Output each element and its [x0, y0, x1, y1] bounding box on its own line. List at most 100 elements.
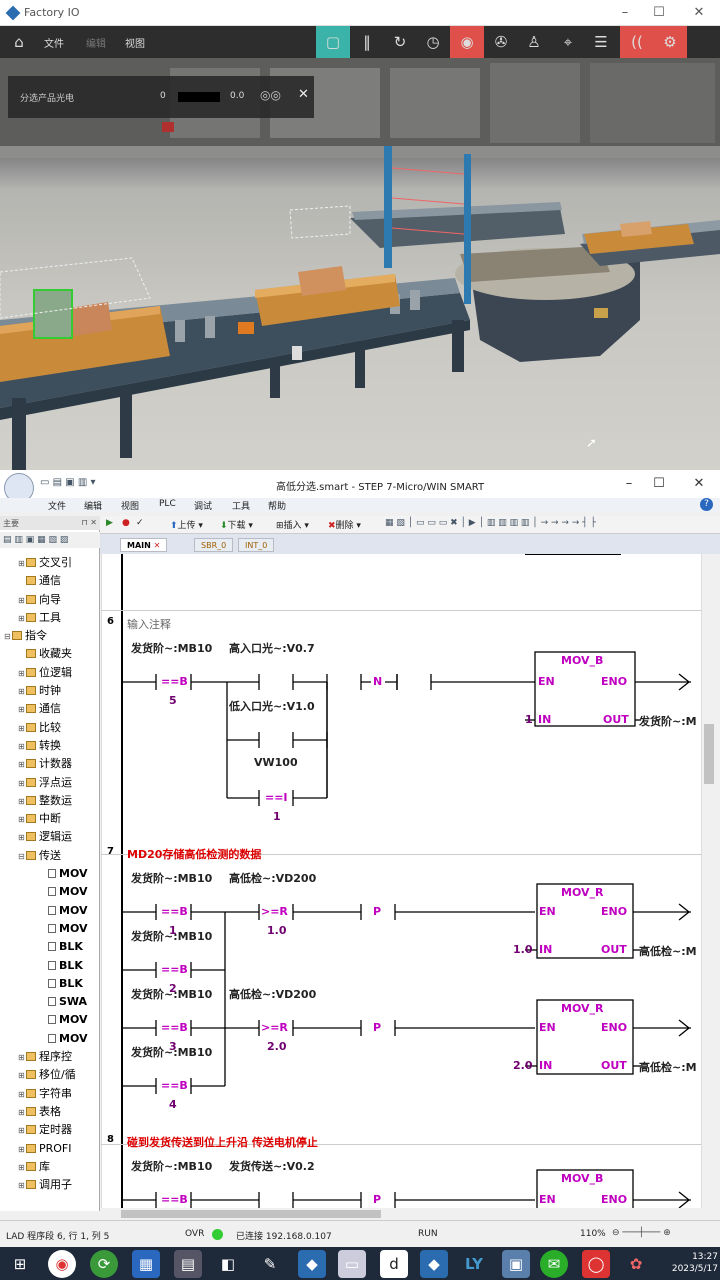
- s7-maximize-button[interactable]: ☐: [644, 476, 674, 494]
- maximize-button[interactable]: ☐: [644, 4, 674, 22]
- camera-orbit-icon[interactable]: ✇: [484, 26, 518, 58]
- n6-contact-1-value[interactable]: 5: [169, 694, 177, 707]
- signal-icon[interactable]: ((: [620, 26, 654, 58]
- tree-item[interactable]: MOV: [0, 902, 100, 920]
- panel-toolbar[interactable]: ▤ ▥ ▣ ▦ ▧ ▨: [0, 532, 100, 548]
- tree-expand-icon[interactable]: ⊞: [18, 1122, 26, 1139]
- person-icon[interactable]: ♙: [517, 26, 551, 58]
- minimize-button[interactable]: –: [610, 4, 640, 22]
- network-8-comment[interactable]: 碰到发货传送到位上升沿 传送电机停止: [127, 1134, 318, 1150]
- n7-box2-title[interactable]: MOV_R: [561, 1002, 604, 1015]
- tree-item[interactable]: BLK: [0, 938, 100, 956]
- tree-item[interactable]: MOV: [0, 1030, 100, 1048]
- upload-button[interactable]: ⬆上传 ▾: [170, 518, 203, 531]
- menu-tools[interactable]: 工具: [232, 499, 250, 512]
- ladder-editor[interactable]: 6 输入注释 发货阶~:MB10 ==B 5 高入口光~:V0.7 低入口光~:…: [101, 554, 701, 1208]
- clock[interactable]: 13:27 2023/5/17: [650, 1251, 718, 1275]
- n7-box2-out[interactable]: 高低检~:M: [639, 1059, 697, 1075]
- hscroll-thumb[interactable]: [121, 1210, 381, 1218]
- tree-expand-icon[interactable]: ⊞: [18, 592, 26, 609]
- image-app-icon[interactable]: ▣: [502, 1250, 530, 1278]
- tools-icon[interactable]: ✎: [256, 1250, 284, 1278]
- red-app-icon[interactable]: ◯: [582, 1250, 610, 1278]
- timer-icon[interactable]: ◷: [416, 26, 450, 58]
- tree-item[interactable]: MOV: [0, 1011, 100, 1029]
- tree-expand-icon[interactable]: ⊞: [18, 738, 26, 755]
- tree-expand-icon[interactable]: ⊞: [18, 1177, 26, 1194]
- tree-item[interactable]: ⊞ 表格: [0, 1103, 100, 1121]
- refresh-app-icon[interactable]: ⟳: [90, 1250, 118, 1278]
- n6-contact-4-value[interactable]: 1: [273, 810, 281, 823]
- menu-plc[interactable]: PLC: [159, 499, 176, 509]
- chrome-icon[interactable]: ◉: [48, 1250, 76, 1278]
- quick-access-icons[interactable]: ▭ ▤ ▣ ▥ ▾: [40, 477, 110, 491]
- n6-contact-1-operand[interactable]: 发货阶~:MB10: [131, 640, 212, 656]
- tree-item[interactable]: BLK: [0, 957, 100, 975]
- n8-box-title[interactable]: MOV_B: [561, 1172, 603, 1185]
- tree-expand-icon[interactable]: ⊞: [18, 793, 26, 810]
- n7-r4-val-a[interactable]: 4: [169, 1098, 177, 1111]
- n7-r4-contact-a[interactable]: 发货阶~:MB10: [131, 1044, 212, 1060]
- tree-expand-icon[interactable]: ⊞: [18, 1159, 26, 1176]
- zoom-slider[interactable]: ⊖ ───┼─── ⊕: [612, 1228, 708, 1240]
- s7-minimize-button[interactable]: –: [614, 476, 644, 494]
- n6-out-operand[interactable]: 发货阶~:M: [639, 713, 697, 729]
- tree-item[interactable]: ⊞ 程序控: [0, 1048, 100, 1066]
- tree-item[interactable]: ⊞ 移位/循: [0, 1066, 100, 1084]
- tree-item[interactable]: MOV: [0, 883, 100, 901]
- 3d-scene[interactable]: ➚: [0, 58, 720, 470]
- windows-start-icon[interactable]: ⊞: [6, 1250, 34, 1278]
- horizontal-scrollbar[interactable]: [101, 1208, 715, 1220]
- tree-item[interactable]: ⊞ 通信: [0, 700, 100, 718]
- tree-expand-icon[interactable]: ⊞: [18, 829, 26, 846]
- n7-r1-contact-b[interactable]: 高低检~:VD200: [229, 870, 316, 886]
- n7-r1-contact-a[interactable]: 发货阶~:MB10: [131, 870, 212, 886]
- tree-item[interactable]: 收藏夹: [0, 645, 100, 663]
- tree-item[interactable]: SWA: [0, 993, 100, 1011]
- menu-file[interactable]: 文件: [48, 499, 66, 512]
- close-button[interactable]: ✕: [684, 4, 714, 22]
- tab-int0[interactable]: INT_0: [238, 538, 275, 552]
- tree-expand-icon[interactable]: ⊞: [18, 756, 26, 773]
- factoryio-task-icon[interactable]: ◆: [298, 1250, 326, 1278]
- menu-view[interactable]: 视图: [121, 499, 139, 512]
- ly-app-icon[interactable]: LY: [460, 1250, 488, 1278]
- tree-expand-icon[interactable]: ⊞: [18, 1049, 26, 1066]
- tree-item[interactable]: ⊞ 位逻辑: [0, 664, 100, 682]
- tree-item[interactable]: ⊞ 逻辑运: [0, 828, 100, 846]
- n6-box-title[interactable]: MOV_B: [561, 654, 603, 667]
- tree-item[interactable]: ⊞ 字符串: [0, 1085, 100, 1103]
- tray-icon[interactable]: ✿: [622, 1250, 650, 1278]
- menu-edit[interactable]: 编辑: [86, 35, 106, 50]
- d-app-icon[interactable]: d: [380, 1250, 408, 1278]
- tree-item[interactable]: ⊞ 交叉引: [0, 554, 100, 572]
- target-icon[interactable]: ⌖: [551, 26, 585, 58]
- n7-box1-in[interactable]: 1.0: [513, 943, 533, 956]
- factoryio-task-icon-2[interactable]: ◆: [420, 1250, 448, 1278]
- close-panel-icon[interactable]: ✕: [298, 87, 309, 102]
- app-icon[interactable]: ◧: [214, 1250, 242, 1278]
- s7-close-button[interactable]: ✕: [684, 476, 714, 494]
- tree-expand-icon[interactable]: ⊞: [18, 555, 26, 572]
- network-6-comment[interactable]: 输入注释: [127, 616, 171, 632]
- calculator-icon[interactable]: ▦: [132, 1250, 160, 1278]
- tree-item[interactable]: MOV: [0, 920, 100, 938]
- tree-expand-icon[interactable]: ⊞: [18, 1104, 26, 1121]
- n7-r1-val-b[interactable]: 1.0: [267, 924, 287, 937]
- step7-task-icon[interactable]: ▭: [338, 1250, 366, 1278]
- n7-r3-val-b[interactable]: 2.0: [267, 1040, 287, 1053]
- tree-expand-icon[interactable]: ⊞: [18, 683, 26, 700]
- menu-help[interactable]: 帮助: [268, 499, 286, 512]
- n7-r3-contact-a[interactable]: 发货阶~:MB10: [131, 986, 212, 1002]
- menu-debug[interactable]: 调试: [194, 499, 212, 512]
- tree-item[interactable]: 通信: [0, 572, 100, 590]
- menu-view[interactable]: 视图: [125, 35, 145, 50]
- glasses-icon[interactable]: ◎◎: [260, 88, 281, 102]
- n8-contact-1-operand[interactable]: 发货阶~:MB10: [131, 1158, 212, 1174]
- wechat-icon[interactable]: ✉: [540, 1250, 568, 1278]
- network-7-comment[interactable]: MD20存储高低检测的数据: [127, 846, 261, 862]
- n7-box2-in[interactable]: 2.0: [513, 1059, 533, 1072]
- tree-expand-icon[interactable]: ⊞: [18, 720, 26, 737]
- tree-item[interactable]: BLK: [0, 975, 100, 993]
- tree-item[interactable]: ⊞ 定时器: [0, 1121, 100, 1139]
